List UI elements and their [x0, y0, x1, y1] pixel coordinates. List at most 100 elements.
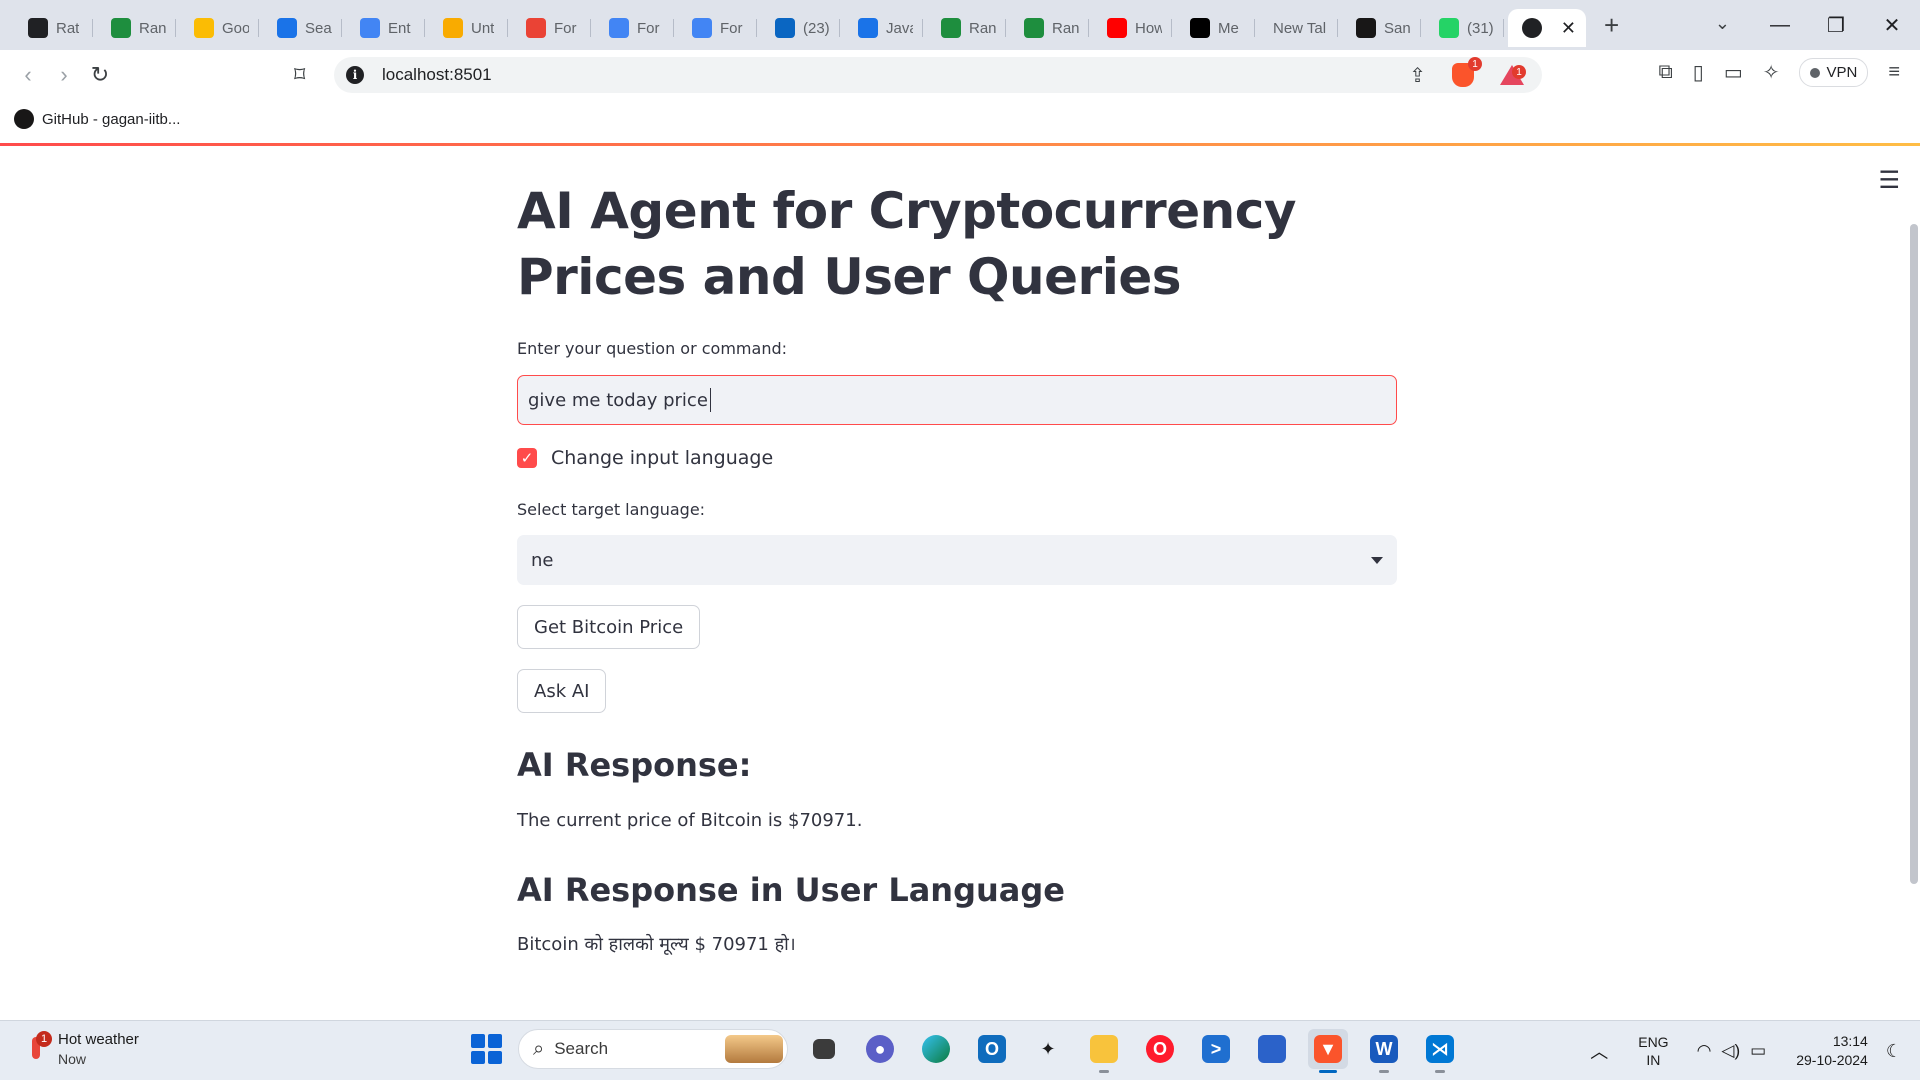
browser-tab[interactable]: For: [591, 9, 674, 47]
browser-tab[interactable]: Ran: [1006, 9, 1089, 47]
site-info-icon[interactable]: i: [346, 66, 364, 84]
browser-tab[interactable]: San: [1338, 9, 1421, 47]
change-language-checkbox[interactable]: ✓ Change input language: [517, 447, 773, 469]
brave-rewards-icon[interactable]: 1: [1500, 65, 1526, 85]
language-select-label: Select target language:: [517, 500, 706, 519]
browser-tab[interactable]: Rat: [10, 9, 93, 47]
browser-tab[interactable]: Ent: [342, 9, 425, 47]
compass-icon: [858, 18, 878, 38]
github-icon: [14, 109, 34, 129]
word-icon[interactable]: W: [1364, 1029, 1404, 1073]
browser-tab[interactable]: Unt: [425, 9, 508, 47]
windows-taskbar: 1 Hot weather Now ⌕ Search ● O ✦ O > ▼ W…: [0, 1020, 1920, 1080]
question-label: Enter your question or command:: [517, 339, 788, 358]
taskbar-search[interactable]: ⌕ Search: [518, 1029, 788, 1069]
outlook-icon[interactable]: O: [972, 1029, 1012, 1069]
browser-tab[interactable]: Goo: [176, 9, 259, 47]
search-highlight-image: [725, 1035, 783, 1063]
minimize-icon[interactable]: —: [1752, 14, 1808, 37]
volume-icon[interactable]: ◁): [1721, 1041, 1740, 1061]
file-explorer-icon[interactable]: [1084, 1029, 1124, 1073]
browser-tab[interactable]: For: [508, 9, 591, 47]
weather-subtitle: Now: [58, 1051, 87, 1067]
browser-tab[interactable]: Me: [1172, 9, 1255, 47]
vpn-button[interactable]: VPN: [1799, 58, 1869, 87]
browser-tab[interactable]: For: [674, 9, 757, 47]
opera-icon[interactable]: O: [1140, 1029, 1180, 1069]
browser-tools: ⧉ ▯ ▭ ✧ VPN ≡: [1659, 58, 1900, 87]
tab-label: Sea: [305, 19, 332, 37]
checkbox-checked-icon[interactable]: ✓: [517, 448, 537, 468]
leo-ai-icon[interactable]: ✧: [1763, 60, 1780, 85]
brave-shields-icon[interactable]: 1: [1452, 57, 1482, 87]
browser-tab[interactable]: Java: [840, 9, 923, 47]
bookmark-github[interactable]: GitHub - gagan-iitb...: [42, 111, 180, 128]
vscode-icon[interactable]: ⋊: [1420, 1029, 1460, 1073]
show-hidden-icons-icon[interactable]: ︿: [1590, 1038, 1608, 1064]
teams-chat-icon[interactable]: ●: [860, 1029, 900, 1069]
battery-icon[interactable]: ▭: [1750, 1041, 1766, 1061]
browser-tab[interactable]: (31): [1421, 9, 1504, 47]
question-input[interactable]: give me today price: [517, 375, 1397, 425]
edge-icon[interactable]: [916, 1029, 956, 1069]
forward-icon[interactable]: ›: [46, 57, 82, 93]
scrollbar[interactable]: [1910, 224, 1918, 884]
close-tab-icon[interactable]: ✕: [1561, 18, 1576, 39]
window-controls: — ❐ ✕: [1752, 0, 1920, 50]
sidebar-icon[interactable]: ▯: [1693, 60, 1704, 85]
medium-icon: [1190, 18, 1210, 38]
get-bitcoin-price-button[interactable]: Get Bitcoin Price: [517, 605, 701, 649]
tab-search-icon[interactable]: ⌄: [1715, 13, 1730, 34]
dropdown-arrow-icon[interactable]: [1371, 556, 1383, 564]
powershell-icon[interactable]: >: [1196, 1029, 1236, 1069]
browser-tab[interactable]: Sea: [259, 9, 342, 47]
new-tab-button[interactable]: +: [1604, 10, 1619, 41]
weather-widget[interactable]: 1 Hot weather Now: [26, 1031, 139, 1067]
main-menu-icon[interactable]: ☰: [1878, 166, 1900, 195]
browser-tab[interactable]: Ran: [923, 9, 1006, 47]
task-view-icon[interactable]: [804, 1029, 844, 1069]
browser-tab[interactable]: Ran: [93, 9, 176, 47]
extensions-icon[interactable]: ⧉: [1659, 61, 1673, 84]
meet-icon: [194, 18, 214, 38]
tab-label: Me: [1218, 19, 1239, 37]
address-bar[interactable]: i localhost:8501 ⇪ 1 1: [334, 57, 1542, 93]
active-tab[interactable]: ✕: [1508, 9, 1586, 47]
brave-taskbar-icon[interactable]: ▼: [1308, 1029, 1348, 1073]
restore-icon[interactable]: ❐: [1808, 13, 1864, 38]
url-text[interactable]: localhost:8501: [382, 65, 492, 85]
browser-tab[interactable]: New Tal: [1255, 9, 1338, 47]
ask-ai-button[interactable]: Ask AI: [517, 669, 607, 713]
input-language[interactable]: ENG IN: [1638, 1033, 1668, 1069]
taskbar-search-placeholder: Search: [554, 1039, 609, 1058]
store-icon[interactable]: [1252, 1029, 1292, 1069]
docs-icon: [609, 18, 629, 38]
back-icon[interactable]: ‹: [10, 57, 46, 93]
wifi-icon[interactable]: ◠: [1697, 1041, 1712, 1061]
vpn-label: VPN: [1826, 64, 1858, 81]
reload-icon[interactable]: ↻: [82, 57, 118, 93]
close-window-icon[interactable]: ✕: [1864, 13, 1920, 38]
share-icon[interactable]: ⇪: [1409, 63, 1426, 88]
tab-label: Ran: [139, 19, 166, 37]
clock-date: 29-10-2024: [1796, 1052, 1868, 1068]
browser-toolbar: ‹ › ↻ ⌑ i localhost:8501 ⇪ 1 1 ⧉ ▯ ▭ ✧ V…: [0, 50, 1920, 100]
whatsapp-icon: [1439, 18, 1459, 38]
sheets-icon: [111, 18, 131, 38]
tab-label: San: [1384, 19, 1411, 37]
tab-label: Ent: [388, 19, 411, 37]
bookmark-icon[interactable]: ⌑: [294, 62, 305, 88]
dropbox-icon[interactable]: ✦: [1028, 1029, 1068, 1069]
clock[interactable]: 13:14 29-10-2024: [1796, 1032, 1868, 1070]
tab-label: Java: [886, 19, 913, 37]
sheets-icon: [941, 18, 961, 38]
browser-tabstrip: Rat Ran Goo Sea Ent Unt For For For (23) Java Ran Ra…: [0, 0, 1920, 50]
focus-assist-icon[interactable]: ☾: [1886, 1041, 1902, 1062]
wallet-icon[interactable]: ▭: [1724, 60, 1743, 85]
windows-start-icon[interactable]: [470, 1033, 502, 1065]
browser-tab[interactable]: (23): [757, 9, 840, 47]
clock-time: 13:14: [1832, 1033, 1868, 1049]
language-select[interactable]: ne: [517, 535, 1397, 585]
menu-icon[interactable]: ≡: [1888, 61, 1900, 84]
browser-tab[interactable]: How: [1089, 9, 1172, 47]
